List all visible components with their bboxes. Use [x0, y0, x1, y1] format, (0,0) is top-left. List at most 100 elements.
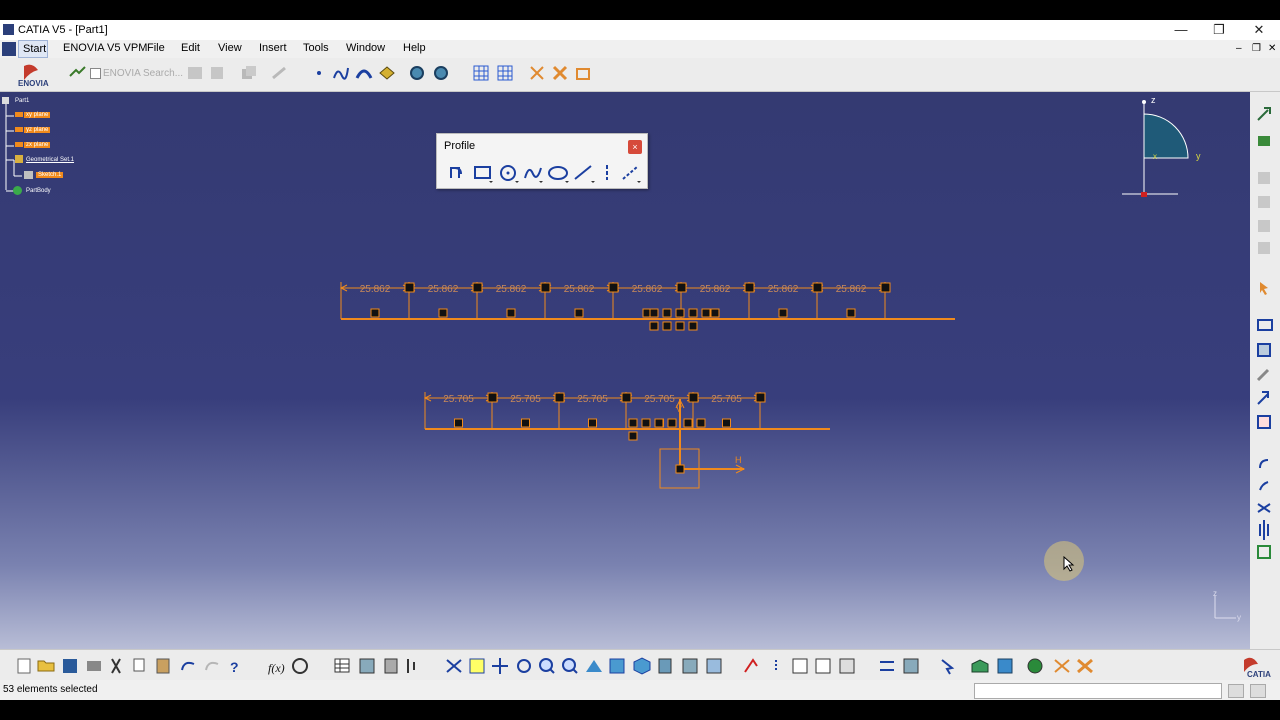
menu-enovia[interactable]: ENOVIA V5 VPM [63, 42, 147, 54]
enovia-search-field[interactable]: ENOVIA Search... [103, 68, 183, 79]
profile-icon[interactable] [450, 167, 462, 178]
constraint-display-b-icon[interactable] [1077, 658, 1093, 674]
profile-toolbar-close-button[interactable]: × [628, 140, 642, 154]
catalog-icon[interactable] [359, 658, 375, 674]
enovia-save-icon[interactable] [208, 64, 226, 82]
sketch-analysis-icon[interactable] [903, 658, 919, 674]
cut-part-icon[interactable] [880, 661, 894, 671]
enovia-search-icon[interactable] [68, 64, 86, 82]
power-input-field[interactable] [974, 683, 1222, 699]
menu-insert[interactable]: Insert [259, 42, 287, 54]
cut-icon[interactable] [111, 658, 121, 674]
normal-view-icon[interactable] [586, 660, 602, 672]
product-icon[interactable] [240, 64, 258, 82]
constraint-box-icon[interactable] [1257, 319, 1273, 331]
exit-workbench-icon[interactable] [1257, 107, 1271, 121]
enovia-search-checkbox[interactable] [90, 68, 101, 79]
rectangle-icon[interactable] [474, 166, 493, 183]
constraint-display-icon[interactable] [1054, 659, 1070, 673]
formula-icon[interactable]: f(x) [268, 661, 285, 675]
doc-minimize-icon[interactable]: – [1236, 43, 1242, 54]
menu-start[interactable]: Start [18, 40, 48, 58]
save-icon[interactable] [63, 659, 77, 673]
iso-view-icon[interactable] [633, 657, 651, 675]
spline-icon[interactable] [332, 64, 350, 82]
compass[interactable]: z y x [1122, 95, 1201, 197]
grid-icon[interactable] [472, 64, 490, 82]
spline-icon[interactable] [524, 167, 543, 183]
undo-icon[interactable] [181, 661, 195, 671]
animate-icon[interactable] [839, 658, 855, 674]
rotate-icon[interactable] [517, 659, 531, 673]
snap-grid-icon[interactable] [496, 64, 514, 82]
shading-icon[interactable] [658, 658, 672, 674]
export-icon[interactable] [1258, 136, 1270, 146]
operation-icon[interactable] [1257, 343, 1271, 357]
mirror-icon[interactable] [1259, 520, 1269, 540]
view-icon-b[interactable] [432, 64, 450, 82]
fix-together-icon[interactable] [792, 658, 808, 674]
new-icon[interactable] [17, 658, 31, 674]
print-icon[interactable] [87, 661, 101, 671]
constraint-icon-c[interactable] [574, 64, 592, 82]
offset-icon[interactable] [1257, 545, 1271, 559]
select-mode-icon[interactable] [941, 659, 955, 675]
transform-icon[interactable] [1257, 391, 1269, 405]
chamfer-icon[interactable] [1259, 481, 1269, 491]
redo-icon[interactable] [205, 661, 219, 671]
open-icon[interactable] [37, 660, 55, 672]
line-icon[interactable] [574, 165, 595, 183]
update-icon[interactable] [971, 659, 989, 673]
pan-icon[interactable] [492, 658, 508, 674]
menu-tools[interactable]: Tools [303, 42, 329, 54]
status-button-a[interactable] [1228, 684, 1244, 698]
view-icon-a[interactable] [408, 64, 426, 82]
menu-view[interactable]: View [218, 42, 242, 54]
trim-icon[interactable] [1257, 503, 1271, 513]
constraint-icon-b[interactable] [551, 64, 569, 82]
zoom-out-icon[interactable] [562, 658, 578, 674]
table-icon[interactable] [334, 658, 350, 673]
fly-mode-icon[interactable] [446, 659, 462, 673]
knowledge-icon[interactable] [292, 658, 308, 674]
circle-icon[interactable] [500, 165, 519, 183]
auto-constraint-icon[interactable] [815, 658, 831, 674]
arc-icon[interactable] [355, 64, 373, 82]
copy-icon[interactable] [133, 658, 145, 672]
project-icon[interactable] [1257, 415, 1271, 429]
doc-restore-icon[interactable]: ❐ [1252, 43, 1261, 54]
restore-button[interactable]: ❐ [1204, 22, 1234, 38]
analysis-icon[interactable] [407, 659, 415, 673]
corner-icon[interactable] [1259, 459, 1269, 469]
zoom-in-icon[interactable] [539, 658, 555, 674]
status-button-b[interactable] [1250, 684, 1266, 698]
constraint-icon-a[interactable] [528, 64, 546, 82]
constraint-tool-icon[interactable] [744, 658, 758, 673]
point-icon[interactable] [622, 166, 641, 183]
menu-edit[interactable]: Edit [181, 42, 200, 54]
attach-icon[interactable] [1256, 368, 1270, 382]
update-all-icon[interactable] [997, 658, 1013, 674]
reload-icon[interactable] [270, 64, 288, 82]
swap-visible-icon[interactable] [706, 658, 722, 674]
hide-show-icon[interactable] [682, 658, 698, 674]
paste-icon[interactable] [156, 658, 170, 674]
geometry-viewport[interactable]: Part1 xy plane yz plane zx plane Geometr… [0, 92, 1250, 649]
multi-view-icon[interactable] [609, 658, 625, 674]
measure-icon[interactable] [384, 658, 398, 674]
pad-icon[interactable] [378, 64, 396, 82]
ellipse-icon[interactable] [548, 166, 569, 183]
minimize-button[interactable]: — [1166, 22, 1196, 38]
menu-window[interactable]: Window [346, 42, 385, 54]
select-icon[interactable] [1260, 282, 1268, 295]
enovia-filter-icon[interactable] [186, 64, 204, 82]
close-button[interactable]: ✕ [1244, 22, 1274, 38]
whats-this-icon[interactable]: ? [230, 659, 239, 675]
point-icon[interactable] [310, 64, 328, 82]
doc-close-icon[interactable]: ✕ [1268, 43, 1276, 54]
menu-help[interactable]: Help [403, 42, 426, 54]
fit-all-icon[interactable] [469, 658, 485, 674]
svg-text:y: y [1237, 613, 1241, 622]
menu-file[interactable]: File [147, 42, 165, 54]
material-icon[interactable] [1027, 658, 1043, 674]
